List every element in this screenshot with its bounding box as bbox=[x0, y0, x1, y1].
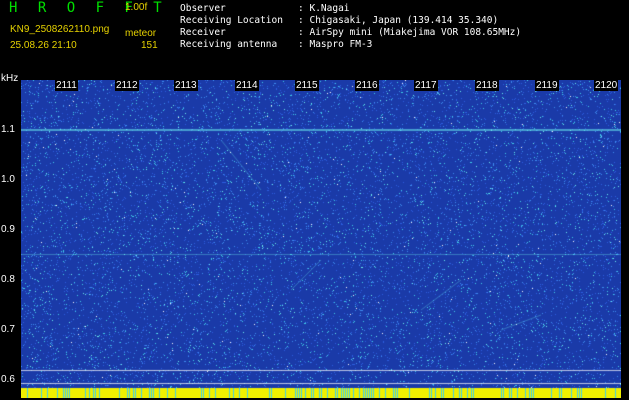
y-tick-label: 0.7 bbox=[1, 324, 15, 335]
info-value: AirSpy mini (Miakejima VOR 108.65MHz) bbox=[309, 27, 522, 38]
app-version: 1.00f bbox=[125, 2, 148, 13]
info-row-antenna: Receiving antenna: Maspro FM-3 bbox=[180, 39, 372, 50]
meteor-count: 151 bbox=[141, 40, 158, 51]
x-tick-label: 2120 bbox=[594, 80, 619, 91]
x-tick-label: 2112 bbox=[115, 80, 139, 91]
info-sep: : bbox=[298, 3, 304, 14]
info-value: K.Nagai bbox=[309, 3, 350, 14]
y-axis-unit: kHz bbox=[1, 73, 19, 84]
info-row-receiver: Receiver: AirSpy mini (Miakejima VOR 108… bbox=[180, 27, 521, 38]
x-tick-label: 2119 bbox=[535, 80, 559, 91]
mode-label: meteor bbox=[125, 28, 157, 39]
info-key: Receiving antenna bbox=[180, 39, 278, 50]
x-tick-label: 2113 bbox=[174, 80, 198, 91]
info-key: Observer bbox=[180, 3, 226, 14]
info-value: Chigasaki, Japan (139.414 35.340) bbox=[309, 15, 499, 26]
hrofft-window: H R O F F T 1.00f KN9_2508262110.png met… bbox=[0, 0, 629, 400]
x-tick-label: 2114 bbox=[235, 80, 259, 91]
info-row-observer: Observer: K.Nagai bbox=[180, 3, 350, 14]
y-tick-label: 0.9 bbox=[1, 224, 15, 235]
info-sep: : bbox=[298, 15, 304, 26]
info-value: Maspro FM-3 bbox=[309, 39, 373, 50]
y-tick-label: 0.8 bbox=[1, 274, 15, 285]
y-tick-label: 1.1 bbox=[1, 124, 15, 135]
spectrogram-canvas bbox=[21, 80, 621, 398]
x-tick-label: 2111 bbox=[55, 80, 78, 91]
x-tick-label: 2117 bbox=[414, 80, 438, 91]
y-tick-label: 0.6 bbox=[1, 374, 15, 385]
date-time: 25.08.26 21:10 bbox=[10, 40, 77, 51]
x-tick-label: 2118 bbox=[475, 80, 499, 91]
x-tick-label: 2115 bbox=[295, 80, 319, 91]
info-key: Receiving Location bbox=[180, 15, 283, 26]
y-tick-label: 1.0 bbox=[1, 174, 15, 185]
info-key: Receiver bbox=[180, 27, 226, 38]
file-name: KN9_2508262110.png bbox=[10, 24, 110, 35]
header-panel: H R O F F T 1.00f KN9_2508262110.png met… bbox=[0, 0, 629, 76]
info-sep: : bbox=[298, 27, 304, 38]
x-tick-label: 2116 bbox=[355, 80, 379, 91]
info-row-location: Receiving Location: Chigasaki, Japan (13… bbox=[180, 15, 498, 26]
info-sep: : bbox=[298, 39, 304, 50]
